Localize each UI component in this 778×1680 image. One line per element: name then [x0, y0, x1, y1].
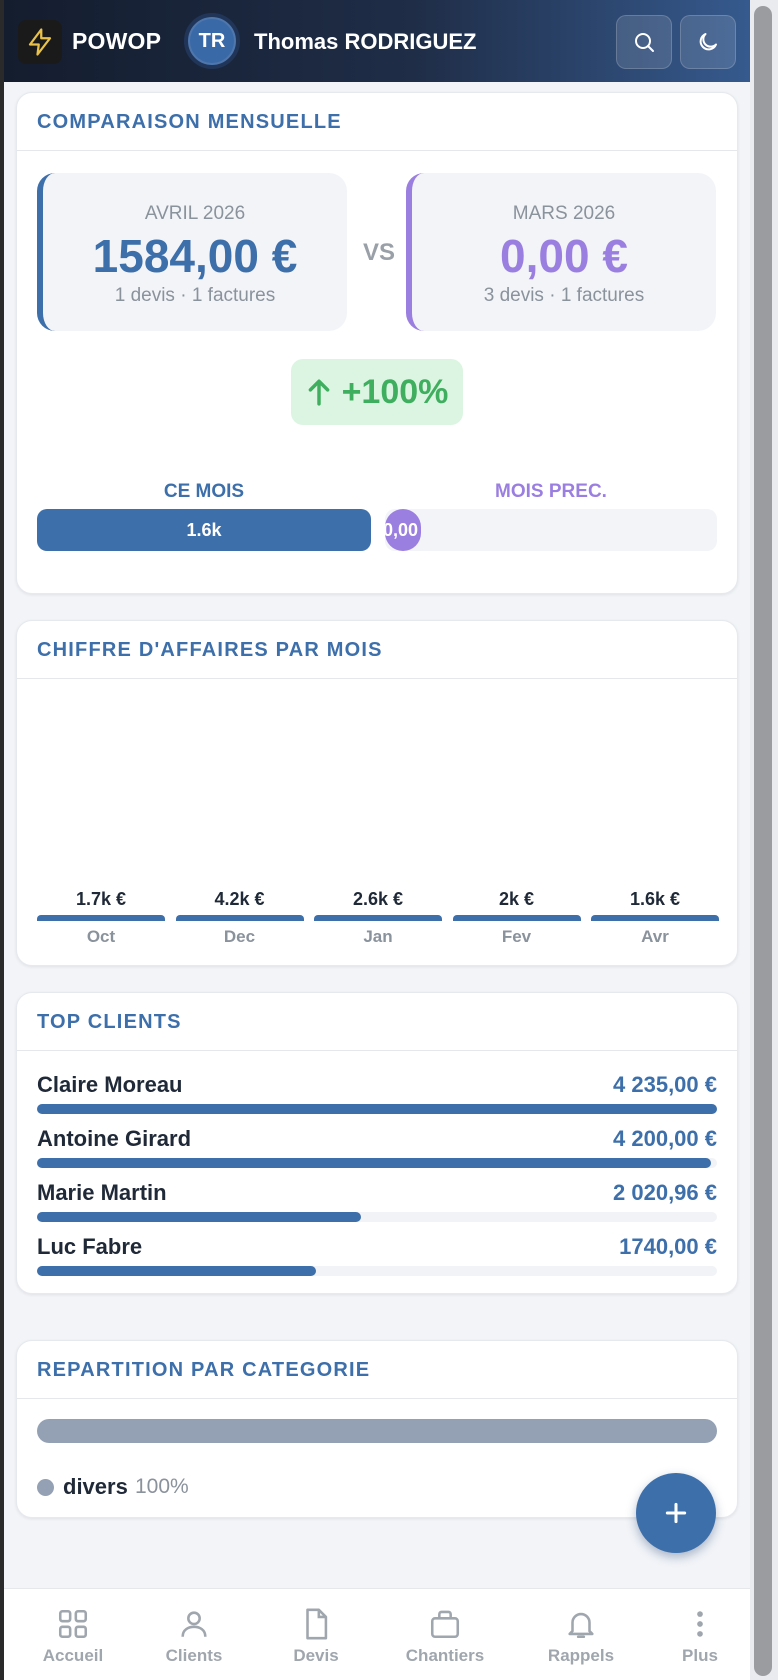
document-icon — [306, 1608, 328, 1640]
client-row[interactable]: Claire Moreau 4 235,00 € — [37, 1072, 717, 1116]
client-bar-fill — [37, 1212, 362, 1222]
nav-item-plus[interactable]: Plus — [645, 1589, 755, 1680]
nav-item-clients[interactable]: Clients — [139, 1589, 249, 1680]
category-breakdown-card: REPARTITION PAR CATEGORIE divers 100% — [16, 1340, 738, 1518]
bar-value-label: 4.2k € — [214, 889, 265, 909]
revenue-bar[interactable] — [452, 915, 581, 921]
nav-item-accueil[interactable]: Accueil — [18, 1589, 128, 1680]
search-button[interactable] — [616, 15, 672, 69]
bar-value-label: 2k € — [498, 889, 535, 909]
bottom-nav: Accueil Clients Devis Chantiers Rappels … — [4, 1588, 750, 1680]
brand-name: POWOP — [72, 28, 162, 54]
previous-month-box: MARS 2026 0,00 € 3 devis · 1 factures — [406, 173, 716, 331]
arrow-up-icon — [308, 379, 329, 406]
category-tick-label: Oct — [86, 927, 116, 946]
user-name: Thomas RODRIGUEZ — [254, 29, 477, 54]
add-button[interactable] — [636, 1473, 716, 1553]
grid-icon — [58, 1609, 88, 1639]
client-name: Antoine Girard — [37, 1126, 192, 1151]
previous-month-bar-label: MOIS PREC. — [495, 481, 607, 502]
revenue-bar[interactable] — [314, 915, 442, 921]
revenue-chart: 1.7k € Oct 4.2k € Dec 2.6k € Jan 2k € Fev 1.6k €… — [17, 679, 739, 967]
avatar[interactable]: TR — [184, 13, 240, 69]
client-bar-track — [37, 1104, 717, 1114]
nav-label: Rappels — [547, 1646, 615, 1665]
monthly-comparison-card: COMPARAISON MENSUELLE AVRIL 2026 1584,00… — [16, 92, 738, 594]
client-bar-track — [37, 1158, 717, 1168]
previous-month-bar: 0,00 — [385, 509, 717, 551]
vs-label: VS — [363, 239, 396, 266]
bell-icon — [568, 1612, 594, 1639]
current-month-amount: 1584,00 € — [92, 230, 298, 282]
category-bar-divers — [37, 1419, 717, 1443]
client-bar-fill — [37, 1266, 317, 1276]
current-month-label: AVRIL 2026 — [144, 203, 246, 224]
previous-month-bar-fill: 0,00 — [385, 509, 421, 551]
previous-month-label: MARS 2026 — [512, 203, 616, 224]
nav-label: Chantiers — [405, 1646, 485, 1665]
nav-label: Clients — [165, 1646, 223, 1665]
nav-label: Plus — [682, 1646, 718, 1665]
client-amount: 2 020,96 € — [613, 1180, 717, 1205]
this-month-label: CE MOIS — [163, 481, 245, 502]
client-amount: 4 235,00 € — [613, 1072, 717, 1097]
bar-value-label: 1.7k € — [75, 889, 127, 909]
change-badge: +100% — [291, 359, 463, 425]
category-percent: 100% — [135, 1475, 189, 1498]
current-month-box: AVRIL 2026 1584,00 € 1 devis · 1 facture… — [37, 173, 347, 331]
client-name: Claire Moreau — [37, 1072, 183, 1097]
theme-toggle-button[interactable] — [680, 15, 736, 69]
category-legend-dot — [37, 1479, 54, 1496]
client-bar-fill — [37, 1104, 717, 1114]
card-title: CHIFFRE D'AFFAIRES PAR MOIS — [17, 621, 737, 679]
bar-value-label: 2.6k € — [352, 889, 404, 909]
client-row[interactable]: Antoine Girard 4 200,00 € — [37, 1126, 717, 1170]
revenue-bar[interactable] — [37, 915, 165, 921]
lightning-icon[interactable] — [18, 20, 62, 64]
bar-value-label: 1.6k € — [629, 889, 681, 909]
moon-icon — [699, 33, 717, 51]
top-clients-card: TOP CLIENTS Claire Moreau 4 235,00 € Antoi… — [16, 992, 738, 1294]
revenue-bar[interactable] — [175, 915, 304, 921]
nav-item-rappels[interactable]: Rappels — [526, 1589, 636, 1680]
category-tick-label: Dec — [223, 927, 256, 946]
client-amount: 1740,00 € — [619, 1234, 717, 1259]
client-bar-fill — [37, 1158, 712, 1168]
category-tick-label: Fev — [501, 927, 532, 946]
card-title: TOP CLIENTS — [17, 993, 737, 1051]
briefcase-icon — [430, 1610, 460, 1639]
revenue-bar[interactable] — [591, 915, 719, 921]
this-month-bar: 1.6k — [37, 509, 371, 551]
client-name: Marie Martin — [37, 1180, 167, 1205]
user-icon — [181, 1611, 207, 1637]
scrollbar[interactable] — [750, 0, 778, 1680]
previous-month-details: 3 devis · 1 factures — [483, 285, 645, 306]
card-title: REPARTITION PAR CATEGORIE — [17, 1341, 737, 1399]
category-name: divers — [63, 1474, 128, 1499]
card-title: COMPARAISON MENSUELLE — [17, 93, 737, 151]
client-name: Luc Fabre — [37, 1234, 143, 1259]
revenue-by-month-card: CHIFFRE D'AFFAIRES PAR MOIS 1.7k € Oct 4.2… — [16, 620, 738, 966]
nav-label: Devis — [293, 1646, 339, 1665]
search-icon — [635, 33, 654, 52]
client-bar-track — [37, 1266, 717, 1276]
client-row[interactable]: Marie Martin 2 020,96 € — [37, 1180, 717, 1224]
nav-item-chantiers[interactable]: Chantiers — [390, 1589, 500, 1680]
nav-label: Accueil — [42, 1646, 104, 1665]
category-tick-label: Jan — [363, 927, 393, 946]
top-header: POWOP TR Thomas RODRIGUEZ — [4, 0, 750, 82]
scrollbar-thumb[interactable] — [754, 6, 772, 1676]
current-month-details: 1 devis · 1 factures — [114, 285, 276, 306]
client-bar-track — [37, 1212, 717, 1222]
nav-item-devis[interactable]: Devis — [261, 1589, 371, 1680]
change-percent: +100% — [341, 372, 449, 411]
plus-icon — [665, 1502, 687, 1524]
more-vertical-icon — [697, 1611, 703, 1637]
previous-month-amount: 0,00 € — [500, 230, 628, 282]
category-tick-label: Avr — [641, 927, 669, 946]
client-amount: 4 200,00 € — [613, 1126, 717, 1151]
client-row[interactable]: Luc Fabre 1740,00 € — [37, 1234, 717, 1278]
